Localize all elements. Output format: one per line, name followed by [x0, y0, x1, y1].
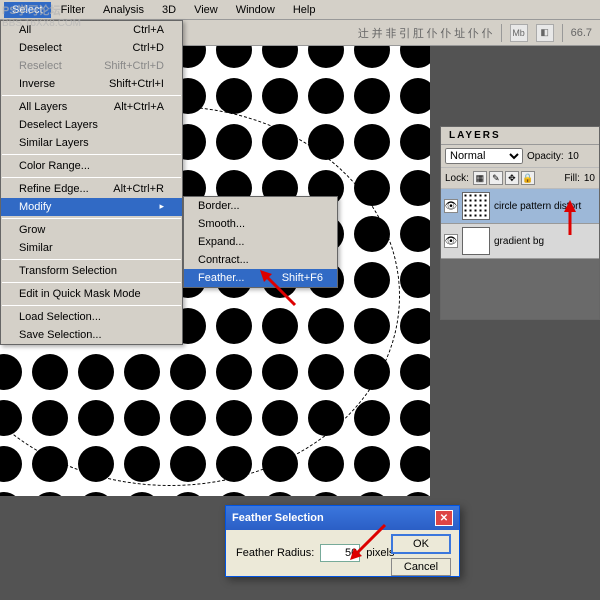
layer-thumbnail[interactable]: [462, 227, 490, 255]
submenu-item[interactable]: Contract...: [184, 251, 337, 269]
watermark-line1: PS学习论坛: [2, 2, 81, 18]
menu-help[interactable]: Help: [285, 2, 324, 18]
menu-item[interactable]: Grow: [1, 221, 182, 239]
menu-item[interactable]: Refine Edge...Alt+Ctrl+R: [1, 180, 182, 198]
fill-label: Fill:: [564, 173, 580, 184]
menu-item[interactable]: Similar: [1, 239, 182, 257]
fill-value[interactable]: 10: [584, 173, 595, 184]
lock-transparent-icon[interactable]: ▦: [473, 171, 487, 185]
toolbar-icon[interactable]: Mb: [510, 24, 528, 42]
select-menu-dropdown: AllCtrl+ADeselectCtrl+DReselectShift+Ctr…: [0, 20, 183, 345]
opacity-value[interactable]: 10: [568, 151, 579, 162]
menu-item[interactable]: Similar Layers: [1, 134, 182, 152]
menu-analysis[interactable]: Analysis: [95, 2, 152, 18]
layer-list: 👁 circle pattern distort 👁 gradient bg: [441, 189, 599, 319]
feather-radius-input[interactable]: [320, 544, 360, 562]
layer-name[interactable]: gradient bg: [494, 236, 544, 247]
lock-position-icon[interactable]: ✥: [505, 171, 519, 185]
submenu-item[interactable]: Smooth...: [184, 215, 337, 233]
menu-item[interactable]: Color Range...: [1, 157, 182, 175]
menu-item[interactable]: DeselectCtrl+D: [1, 39, 182, 57]
layer-name[interactable]: circle pattern distort: [494, 201, 581, 212]
blend-mode-select[interactable]: Normal: [445, 148, 523, 164]
lock-all-icon[interactable]: 🔒: [521, 171, 535, 185]
dialog-titlebar[interactable]: Feather Selection ✕: [226, 506, 459, 530]
layer-thumbnail[interactable]: [462, 192, 490, 220]
layers-panel: LAYERS Normal Opacity: 10 Lock: ▦ ✎ ✥ 🔒 …: [440, 126, 600, 320]
visibility-icon[interactable]: 👁: [444, 234, 458, 248]
menu-item[interactable]: Save Selection...: [1, 326, 182, 344]
menu-view[interactable]: View: [186, 2, 226, 18]
lock-label: Lock:: [445, 173, 469, 184]
feather-dialog: Feather Selection ✕ Feather Radius: pixe…: [225, 505, 460, 577]
ok-button[interactable]: OK: [391, 534, 451, 554]
submenu-item[interactable]: Border...: [184, 197, 337, 215]
zoom-level: 66.7: [571, 27, 592, 39]
layer-row[interactable]: 👁 gradient bg: [441, 224, 599, 259]
dialog-title: Feather Selection: [232, 512, 324, 524]
menu-item[interactable]: Transform Selection: [1, 262, 182, 280]
menu-3d[interactable]: 3D: [154, 2, 184, 18]
submenu-item[interactable]: Expand...: [184, 233, 337, 251]
menu-item[interactable]: Modify▸: [1, 198, 182, 216]
menu-item[interactable]: Deselect Layers: [1, 116, 182, 134]
menu-item[interactable]: Load Selection...: [1, 308, 182, 326]
modify-submenu: Border...Smooth...Expand...Contract...Fe…: [183, 196, 338, 288]
close-icon[interactable]: ✕: [435, 510, 453, 526]
menubar: Select Filter Analysis 3D View Window He…: [0, 0, 600, 20]
opacity-label: Opacity:: [527, 151, 564, 162]
menu-item[interactable]: ReselectShift+Ctrl+D: [1, 57, 182, 75]
menu-item[interactable]: InverseShift+Ctrl+I: [1, 75, 182, 93]
visibility-icon[interactable]: 👁: [444, 199, 458, 213]
cancel-button[interactable]: Cancel: [391, 558, 451, 576]
watermark-line2: BBS.16XX8.COM: [2, 18, 81, 29]
menu-item[interactable]: All LayersAlt+Ctrl+A: [1, 98, 182, 116]
lock-image-icon[interactable]: ✎: [489, 171, 503, 185]
feather-radius-label: Feather Radius:: [236, 547, 314, 559]
submenu-item[interactable]: Feather...Shift+F6: [184, 269, 337, 287]
menu-window[interactable]: Window: [228, 2, 283, 18]
layers-tab[interactable]: LAYERS: [441, 127, 599, 145]
layer-row[interactable]: 👁 circle pattern distort: [441, 189, 599, 224]
menu-item[interactable]: Edit in Quick Mask Mode: [1, 285, 182, 303]
toolbar-icon[interactable]: ◧: [536, 24, 554, 42]
